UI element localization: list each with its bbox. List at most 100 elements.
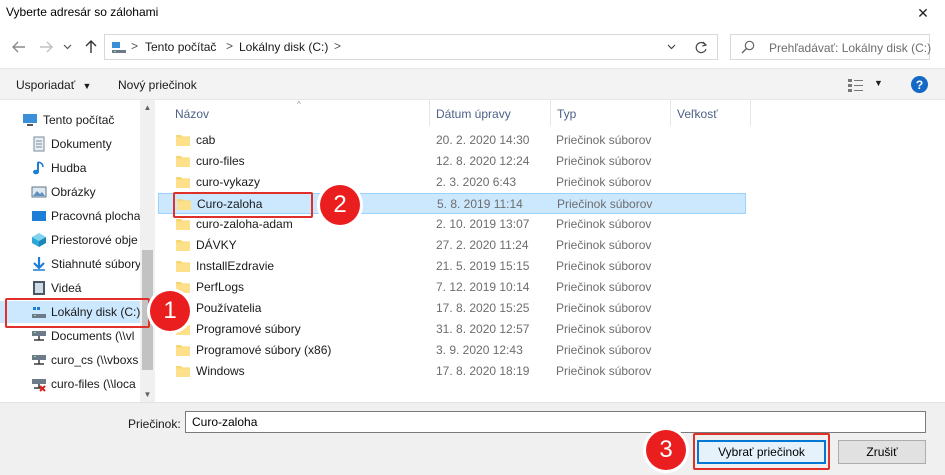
column-header-date[interactable]: Dátum úpravy <box>436 100 511 126</box>
organize-button[interactable]: Usporiadať ▼ <box>16 78 91 92</box>
sidebar-item-label: Documents (\\vl <box>51 329 135 343</box>
help-button[interactable]: ? <box>911 76 928 93</box>
sidebar-item-videos[interactable]: Videá <box>0 277 140 299</box>
folder-icon <box>176 238 190 254</box>
local-disk-icon <box>31 304 47 320</box>
table-row[interactable]: Programové súbory (x86) 3. 9. 2020 12:43 P… <box>158 340 746 361</box>
folder-icon <box>176 133 190 149</box>
column-header-size[interactable]: Veľkosť <box>677 100 718 126</box>
back-arrow-icon[interactable] <box>10 38 28 56</box>
sidebar-item-label: Pracovná plocha <box>51 209 140 223</box>
file-date: 17. 8. 2020 18:19 <box>436 364 530 378</box>
file-date: 12. 8. 2020 12:24 <box>436 154 530 168</box>
address-history-chevron-down-icon[interactable] <box>663 38 679 56</box>
sidebar-item-desktop[interactable]: Pracovná plocha <box>0 205 140 227</box>
file-name: Programové súbory (x86) <box>196 343 332 357</box>
computer-icon <box>111 41 127 58</box>
search-input[interactable]: Prehľadávať: Lokálny disk (C:) <box>730 34 932 60</box>
breadcrumb-separator: > <box>226 39 234 53</box>
sidebar-item-downloads[interactable]: Stiahnuté súbory <box>0 253 140 275</box>
file-type: Priečinok súborov <box>556 322 652 336</box>
scroll-down-icon[interactable]: ▼ <box>140 387 155 402</box>
file-date: 17. 8. 2020 15:25 <box>436 301 530 315</box>
column-divider[interactable] <box>670 100 671 126</box>
file-type: Priečinok súborov <box>556 343 652 357</box>
sidebar-scrollbar[interactable]: ▲ ▼ <box>140 100 155 402</box>
new-folder-button[interactable]: Nový priečinok <box>118 78 197 92</box>
sidebar-item-documents[interactable]: Dokumenty <box>0 133 140 155</box>
search-placeholder: Prehľadávať: Lokálny disk (C:) <box>769 41 932 55</box>
sidebar-item-label: Tento počítač <box>43 113 115 127</box>
dialog-footer: Priečinok: Vybrať priečinok Zrušiť <box>0 402 945 475</box>
table-row[interactable]: curo-vykazy 2. 3. 2020 6:43 Priečinok súbo… <box>158 172 746 193</box>
sidebar-item-curo-files[interactable]: curo-files (\\loca <box>0 373 140 395</box>
table-row[interactable]: Curo-zaloha 5. 8. 2019 11:14 Priečinok súb… <box>158 193 746 214</box>
close-button[interactable]: ✕ <box>907 0 939 26</box>
sidebar-item-this-pc[interactable]: Tento počítač <box>0 109 140 131</box>
table-row[interactable]: DÁVKY 27. 2. 2020 11:24 Priečinok súborov <box>158 235 746 256</box>
address-bar[interactable]: > Tento počítač > Lokálny disk (C:) > <box>104 34 718 60</box>
cancel-button[interactable]: Zrušiť <box>838 440 926 464</box>
forward-arrow-icon[interactable] <box>37 38 55 56</box>
file-type: Priečinok súborov <box>556 238 652 252</box>
column-divider[interactable] <box>550 100 551 126</box>
file-date: 20. 2. 2020 14:30 <box>436 133 530 147</box>
file-date: 2. 3. 2020 6:43 <box>436 175 517 189</box>
annotation-badge-2: 2 <box>320 185 360 225</box>
sidebar-item-3d-objects[interactable]: Priestorové obje <box>0 229 140 251</box>
sidebar-item-local-disk[interactable]: Lokálny disk (C:) <box>0 301 140 323</box>
table-row[interactable]: Programové súbory 31. 8. 2020 12:57 Prieči… <box>158 319 746 340</box>
file-date: 31. 8. 2020 12:57 <box>436 322 530 336</box>
sidebar-item-label: Videá <box>51 281 82 295</box>
file-list: ^ Názov Dátum úpravy Typ Veľkosť cab 20. … <box>155 100 945 402</box>
table-row[interactable]: Windows 17. 8. 2020 18:19 Priečinok súboro… <box>158 361 746 382</box>
table-row[interactable]: InstallEzdravie 21. 5. 2019 15:15 Priečino… <box>158 256 746 277</box>
column-divider[interactable] <box>429 100 430 126</box>
breadcrumb-this-pc[interactable]: Tento počítač <box>145 40 216 54</box>
table-row[interactable]: curo-zaloha-adam 2. 10. 2019 13:07 Priečin… <box>158 214 746 235</box>
3d-objects-icon <box>31 232 47 248</box>
select-folder-button[interactable]: Vybrať priečinok <box>697 440 826 464</box>
recent-locations-chevron-down-icon[interactable] <box>60 38 74 56</box>
up-arrow-icon[interactable] <box>82 38 100 56</box>
column-header-type[interactable]: Typ <box>557 100 576 126</box>
folder-icon <box>176 343 190 359</box>
folder-icon <box>176 175 190 191</box>
file-date: 27. 2. 2020 11:24 <box>436 238 529 252</box>
view-options-chevron-down-icon[interactable]: ▼ <box>874 78 883 88</box>
table-row[interactable]: Používatelia 17. 8. 2020 15:25 Priečinok s… <box>158 298 746 319</box>
sidebar-item-label: Dokumenty <box>51 137 112 151</box>
sidebar-item-curo-cs[interactable]: curo_cs (\\vboxs <box>0 349 140 371</box>
table-row[interactable]: cab 20. 2. 2020 14:30 Priečinok súborov <box>158 130 746 151</box>
sidebar-item-label: Hudba <box>51 161 87 175</box>
sidebar-item-label: Stiahnuté súbory <box>51 257 140 271</box>
file-name: curo-vykazy <box>196 175 261 189</box>
desktop-icon <box>31 208 47 224</box>
music-icon <box>31 160 47 176</box>
computer-icon <box>22 112 38 128</box>
sidebar-item-label: curo_cs (\\vboxs <box>51 353 139 367</box>
folder-name-input[interactable] <box>185 411 926 433</box>
sidebar-item-documents-network[interactable]: Documents (\\vl <box>0 325 140 347</box>
navigation-pane: Tento počítač Dokumenty Hudba Obrázky Pr… <box>0 100 155 402</box>
command-bar: Usporiadať ▼ Nový priečinok ▼ ? <box>0 68 945 100</box>
sidebar-item-music[interactable]: Hudba <box>0 157 140 179</box>
file-type: Priečinok súborov <box>556 154 652 168</box>
column-divider[interactable] <box>750 100 751 126</box>
table-row[interactable]: PerfLogs 7. 12. 2019 10:14 Priečinok súbor… <box>158 277 746 298</box>
sidebar-item-pictures[interactable]: Obrázky <box>0 181 140 203</box>
navigation-bar: > Tento počítač > Lokálny disk (C:) > Pr… <box>0 26 945 68</box>
sidebar-item-label: curo-files (\\loca <box>51 377 136 391</box>
folder-icon <box>176 217 190 233</box>
view-options-icon[interactable] <box>848 78 864 95</box>
file-name: cab <box>196 133 216 147</box>
refresh-icon[interactable] <box>691 38 711 56</box>
column-header-name[interactable]: Názov <box>175 100 209 126</box>
file-type: Priečinok súborov <box>557 197 653 211</box>
network-drive-icon <box>31 328 47 344</box>
table-row[interactable]: curo-files 12. 8. 2020 12:24 Priečinok súb… <box>158 151 746 172</box>
file-date: 7. 12. 2019 10:14 <box>436 280 530 294</box>
scroll-up-icon[interactable]: ▲ <box>140 100 155 115</box>
breadcrumb-local-disk[interactable]: Lokálny disk (C:) <box>239 40 328 54</box>
pictures-icon <box>31 184 47 200</box>
